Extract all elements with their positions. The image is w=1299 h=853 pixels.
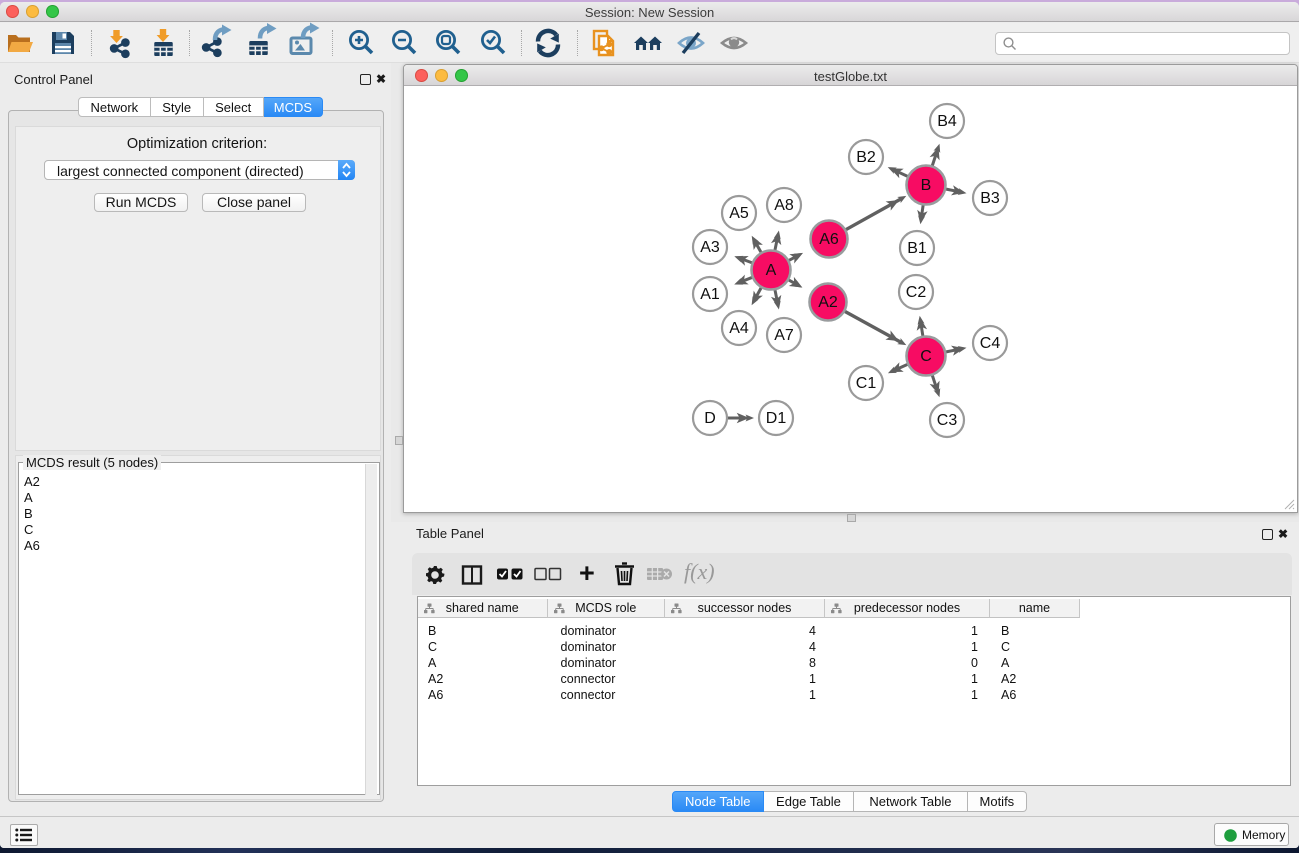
svg-text:A1: A1	[700, 286, 720, 303]
svg-text:C2: C2	[906, 284, 927, 301]
svg-text:A5: A5	[729, 205, 749, 222]
svg-text:C1: C1	[856, 375, 877, 392]
svg-text:B2: B2	[856, 149, 876, 166]
svg-text:A2: A2	[818, 294, 838, 311]
svg-text:A8: A8	[774, 197, 794, 214]
svg-text:A6: A6	[819, 231, 839, 248]
svg-text:C: C	[920, 348, 932, 365]
svg-text:A: A	[766, 262, 777, 279]
svg-text:B4: B4	[937, 113, 957, 130]
svg-text:C4: C4	[980, 335, 1001, 352]
svg-text:B: B	[921, 177, 932, 194]
svg-text:A4: A4	[729, 320, 749, 337]
svg-text:C3: C3	[937, 412, 958, 429]
svg-text:B3: B3	[980, 190, 1000, 207]
svg-text:D1: D1	[766, 410, 787, 427]
svg-text:D: D	[704, 410, 716, 427]
svg-text:B1: B1	[907, 240, 927, 257]
svg-text:A7: A7	[774, 327, 794, 344]
svg-text:A3: A3	[700, 239, 720, 256]
